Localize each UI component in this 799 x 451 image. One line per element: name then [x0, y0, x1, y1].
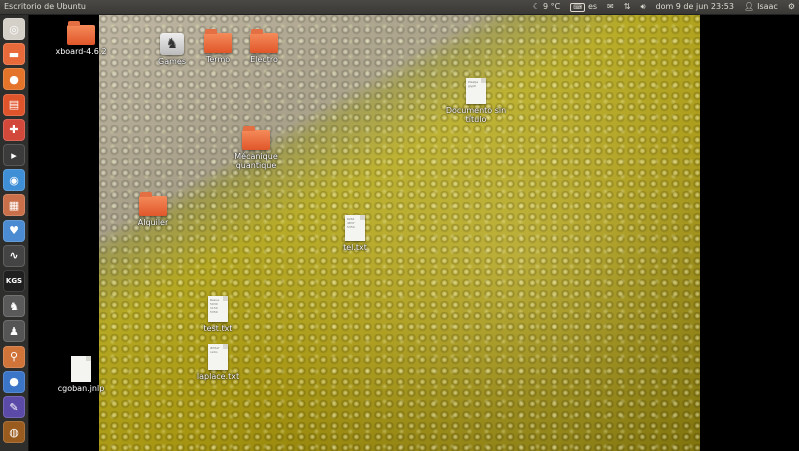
keyboard-icon: ⌨ [570, 2, 585, 12]
desktop-icon-label: Mécanique quantique [234, 152, 278, 170]
launcher-chess-knight-icon[interactable]: ♞ [3, 295, 25, 318]
launcher-app-9-icon[interactable]: ♥ [3, 219, 25, 242]
desktop-icon-label: Alquiler [137, 218, 169, 227]
games-icon: ♞ [160, 33, 184, 55]
keyboard-layout: es [587, 2, 598, 11]
user-icon: 👤︎ [743, 2, 755, 11]
clock[interactable]: dom 9 de jun 23:53 [655, 0, 733, 14]
desktop-icon-label: test.txt [203, 324, 233, 333]
launcher-files-icon[interactable]: ▬ [3, 43, 25, 66]
network-icon[interactable]: ⇅ [624, 0, 631, 14]
moon-icon: ☾ [532, 2, 541, 11]
launcher-libreoffice-icon[interactable]: ▤ [3, 93, 25, 116]
launcher-firefox-icon[interactable]: ● [3, 68, 25, 91]
weather-text: 9 °C [543, 2, 561, 11]
top-panel: Escritorio de Ubuntu ☾ 9 °C ⌨ es ✉ ⇅ 🔊︎ … [0, 0, 799, 15]
desktop-icon-label: cgoban.jnlp [57, 384, 105, 393]
desktop-icon-label: Electro [250, 55, 278, 64]
indicator-area: ☾ 9 °C ⌨ es ✉ ⇅ 🔊︎ dom 9 de jun 23:53 👤︎… [533, 0, 795, 14]
user-name: Isaac [757, 2, 778, 11]
launcher-search-app-icon[interactable]: ⚲ [3, 345, 25, 368]
launcher-chess-pawn-icon[interactable]: ♟ [3, 320, 25, 343]
desktop-icon-label: Documento sin título [445, 106, 507, 124]
text-file-icon: 6261 4837 5354 [345, 215, 365, 241]
desktop-icon-xboard[interactable]: xboard-4.6.2 [46, 21, 116, 56]
folder-icon [67, 21, 95, 45]
volume-icon[interactable]: 🔊︎ [640, 0, 645, 14]
desktop-icon-alquiler[interactable]: Alquiler [118, 192, 188, 227]
launcher-app-16-icon[interactable]: ✎ [3, 396, 25, 418]
user-indicator[interactable]: 👤︎ Isaac [744, 0, 778, 14]
desktop-icon-laplace[interactable]: #ifdef radio laplace.txt [183, 344, 253, 381]
launcher: ◎ ▬ ● ▤ ✚ ▸ ◉ ▦ ♥ ∿ KGS ♞ ♟ ⚲ ● ✎ ◍ [0, 15, 29, 451]
desktop-icon-tel[interactable]: 6261 4837 5354 tel.txt [320, 215, 390, 252]
launcher-software-center-icon[interactable]: ✚ [3, 118, 25, 141]
desktop-icon-label: tel.txt [343, 243, 367, 252]
desktop-icon-cgoban[interactable]: cgoban.jnlp [46, 356, 116, 393]
launcher-dash-home-icon[interactable]: ◎ [3, 18, 25, 40]
folder-icon [242, 126, 270, 150]
launcher-system-monitor-icon[interactable]: ∿ [3, 244, 25, 267]
launcher-chromium-icon[interactable]: ◉ [3, 169, 25, 192]
folder-icon [250, 29, 278, 53]
weather-indicator[interactable]: ☾ 9 °C [533, 0, 560, 14]
mail-icon[interactable]: ✉ [607, 0, 614, 14]
text-file-icon: #ifdef radio [208, 344, 228, 370]
text-file-icon: Resue 5030 1150 5350 [208, 296, 228, 322]
gear-icon[interactable]: ⚙ [788, 0, 795, 14]
desktop-icon-label: xboard-4.6.2 [55, 47, 107, 56]
launcher-kgs-icon[interactable]: KGS [3, 270, 25, 292]
desktop-icon-test[interactable]: Resue 5030 1150 5350 test.txt [183, 296, 253, 333]
text-file-icon: Plaatje glyph [466, 78, 486, 104]
desktop-icon-mecanique[interactable]: Mécanique quantique [221, 126, 291, 170]
desktop-wallpaper [99, 15, 700, 451]
desktop-icon-documento[interactable]: Plaatje glyph Documento sin título [441, 78, 511, 124]
folder-icon [139, 192, 167, 216]
launcher-app-8-icon[interactable]: ▦ [3, 194, 25, 217]
desktop-icon-label: laplace.txt [196, 372, 240, 381]
wallpaper-drops-2 [99, 15, 700, 451]
keyboard-indicator[interactable]: ⌨ es [570, 0, 597, 14]
window-title: Escritorio de Ubuntu [4, 2, 86, 11]
text-file-icon [71, 356, 91, 382]
launcher-app-15-icon[interactable]: ● [3, 370, 25, 393]
launcher-app-17-icon[interactable]: ◍ [3, 421, 25, 444]
desktop-icon-electro[interactable]: Electro [229, 29, 299, 64]
launcher-terminal-icon[interactable]: ▸ [3, 144, 25, 166]
folder-icon [204, 29, 232, 53]
